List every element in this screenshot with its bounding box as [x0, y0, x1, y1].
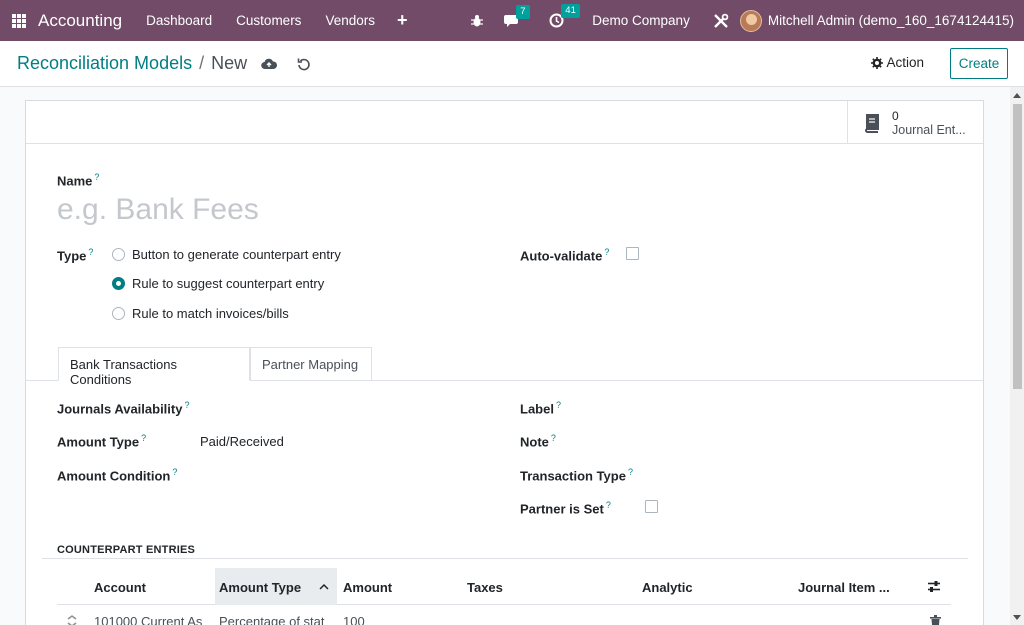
journal-entries-stat-button[interactable]: 0 Journal Ent...: [847, 101, 983, 144]
help-mark[interactable]: ?: [172, 467, 177, 477]
menu-vendors[interactable]: Vendors: [313, 13, 387, 28]
partner-is-set-label: Partner is Set?: [520, 500, 611, 517]
name-input[interactable]: e.g. Bank Fees: [57, 193, 259, 227]
form-sheet: 0 Journal Ent... Name? e.g. Bank Fees Ty…: [25, 100, 984, 625]
sort-up-chevron-icon: [319, 583, 329, 590]
amount-type-label: Amount Type?: [57, 433, 147, 450]
type-label: Type?: [57, 247, 94, 264]
debug-bug-icon[interactable]: [470, 14, 484, 28]
label-match-label: Label?: [520, 400, 561, 417]
amount-type-select[interactable]: Paid/Received: [200, 434, 284, 449]
control-panel: Reconciliation Models / New Action Creat…: [0, 41, 1024, 87]
stat-text: 0 Journal Ent...: [892, 109, 966, 137]
column-analytic[interactable]: Analytic: [642, 568, 752, 605]
settings-tools-icon[interactable]: [712, 12, 730, 30]
column-taxes[interactable]: Taxes: [467, 568, 577, 605]
counterpart-entries-table: Account Amount Type Amount Taxes Analyti…: [57, 568, 951, 625]
scroll-up-arrow-icon[interactable]: [1013, 93, 1021, 98]
tab-partner-mapping[interactable]: Partner Mapping: [250, 347, 372, 381]
radio-label: Rule to match invoices/bills: [132, 306, 289, 321]
breadcrumb: Reconciliation Models / New: [17, 53, 311, 74]
messages-chat-icon[interactable]: 7: [504, 4, 530, 28]
gear-icon: [871, 56, 884, 69]
help-mark[interactable]: ?: [628, 467, 633, 477]
column-journal-item-label[interactable]: Journal Item ...: [798, 568, 908, 605]
create-button[interactable]: Create: [950, 48, 1008, 79]
apps-menu-icon[interactable]: [12, 13, 26, 28]
breadcrumb-parent-link[interactable]: Reconciliation Models: [17, 53, 192, 74]
type-radio-suggest-counterpart[interactable]: Rule to suggest counterpart entry: [112, 276, 324, 291]
amount-condition-label: Amount Condition?: [57, 467, 178, 484]
name-label: Name?: [57, 172, 100, 189]
app-name[interactable]: Accounting: [38, 11, 122, 31]
radio-label: Button to generate counterpart entry: [132, 247, 341, 262]
help-mark[interactable]: ?: [141, 433, 146, 443]
auto-validate-label: Auto-validate?: [520, 247, 610, 264]
auto-validate-help-mark[interactable]: ?: [604, 247, 609, 257]
column-amount-type-label: Amount Type: [219, 580, 302, 595]
column-amount-type[interactable]: Amount Type: [215, 568, 337, 605]
table-row[interactable]: 101000 Current As Percentage of stat 100: [57, 605, 951, 625]
cell-amount-type[interactable]: Percentage of stat: [219, 614, 329, 625]
help-mark[interactable]: ?: [184, 400, 189, 410]
user-avatar[interactable]: [739, 9, 762, 32]
name-help-mark[interactable]: ?: [94, 172, 99, 182]
scroll-down-arrow-icon[interactable]: [1013, 615, 1021, 620]
type-help-mark[interactable]: ?: [88, 247, 93, 257]
type-radio-button-counterpart[interactable]: Button to generate counterpart entry: [112, 247, 341, 262]
optional-columns-toggle-icon[interactable]: [927, 568, 945, 605]
save-cloud-icon[interactable]: [261, 57, 278, 71]
activities-clock-icon[interactable]: 41: [549, 4, 580, 28]
menu-customers[interactable]: Customers: [224, 13, 313, 28]
section-divider: [42, 558, 968, 559]
activities-badge: 41: [561, 4, 580, 18]
help-mark[interactable]: ?: [551, 433, 556, 443]
tab-bank-transactions-conditions[interactable]: Bank Transactions Conditions: [58, 347, 250, 387]
breadcrumb-separator: /: [199, 53, 205, 73]
radio-dot[interactable]: [112, 307, 125, 320]
cell-account[interactable]: 101000 Current As: [94, 614, 206, 625]
type-radio-match-invoices[interactable]: Rule to match invoices/bills: [112, 306, 289, 321]
radio-dot[interactable]: [112, 248, 125, 261]
messages-badge: 7: [516, 4, 530, 19]
radio-label: Rule to suggest counterpart entry: [132, 276, 325, 291]
stat-count: 0: [892, 108, 899, 123]
radio-dot-checked[interactable]: [112, 277, 125, 290]
quick-create-plus-icon[interactable]: +: [387, 10, 418, 31]
user-menu[interactable]: Mitchell Admin (demo_160_1674124415): [768, 13, 1014, 28]
transaction-type-label: Transaction Type?: [520, 467, 633, 484]
table-header: Account Amount Type Amount Taxes Analyti…: [57, 568, 951, 605]
button-box: 0 Journal Ent...: [26, 101, 983, 144]
action-label: Action: [886, 55, 924, 70]
cell-amount[interactable]: 100: [343, 614, 403, 625]
top-navbar: Accounting Dashboard Customers Vendors +…: [0, 0, 1024, 41]
scroll-thumb[interactable]: [1013, 104, 1022, 389]
menu-dashboard[interactable]: Dashboard: [134, 13, 224, 28]
column-amount[interactable]: Amount: [343, 568, 453, 605]
company-switcher[interactable]: Demo Company: [592, 13, 690, 28]
book-icon: [865, 113, 879, 133]
help-mark[interactable]: ?: [606, 500, 611, 510]
counterpart-entries-title: COUNTERPART ENTRIES: [57, 544, 196, 556]
auto-validate-checkbox[interactable]: [626, 247, 639, 260]
action-menu-button[interactable]: Action: [871, 55, 924, 70]
discard-undo-icon[interactable]: [297, 57, 311, 71]
partner-is-set-checkbox[interactable]: [645, 500, 658, 513]
drag-handle-icon[interactable]: [67, 615, 77, 625]
breadcrumb-current: New: [211, 53, 248, 73]
column-account[interactable]: Account: [94, 568, 214, 605]
help-mark[interactable]: ?: [556, 400, 561, 410]
note-match-label: Note?: [520, 433, 556, 450]
delete-trash-icon[interactable]: [930, 615, 941, 625]
journals-availability-label: Journals Availability?: [57, 400, 190, 417]
navbar-systray: 7 41 Demo Company Mitchell Admin (demo_1…: [460, 0, 1014, 41]
stat-label: Journal Ent...: [892, 122, 966, 137]
page-scrollbar[interactable]: [1010, 87, 1024, 625]
